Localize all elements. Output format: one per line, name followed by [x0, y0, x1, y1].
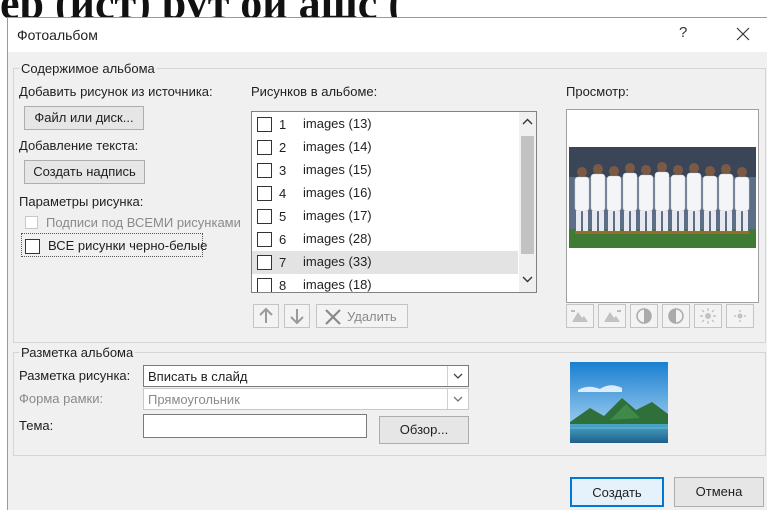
list-item[interactable]: 4 images (16) [252, 182, 518, 205]
cancel-button[interactable]: Отмена [674, 477, 764, 507]
frame-shape-select[interactable]: Прямоугольник [143, 388, 469, 410]
title-bar: Фотоальбом ? [8, 18, 767, 52]
theme-input[interactable] [143, 414, 367, 438]
list-item-name: images (33) [303, 254, 372, 269]
bw-checkbox[interactable] [25, 239, 40, 254]
list-item-number: 1 [279, 117, 287, 132]
layout-preview-image [570, 362, 668, 443]
add-from-source-label: Добавить рисунок из источника: [19, 84, 213, 99]
create-button-label: Создать [592, 485, 642, 500]
browse-button[interactable]: Обзор... [379, 416, 469, 444]
add-text-label: Добавление текста: [19, 138, 139, 153]
rotate-left-icon [571, 310, 588, 322]
list-item-number: 7 [279, 255, 287, 270]
brightness-up-button[interactable] [694, 304, 722, 328]
list-item-name: images (28) [303, 231, 372, 246]
rotate-right-icon [604, 310, 621, 322]
create-caption-button[interactable]: Создать надпись [24, 160, 145, 184]
list-item-number: 2 [279, 140, 287, 155]
list-item-number: 4 [279, 186, 287, 201]
list-item-checkbox[interactable] [257, 278, 272, 292]
contrast-down-button[interactable] [662, 304, 690, 328]
help-button[interactable]: ? [679, 24, 687, 41]
list-item-checkbox[interactable] [257, 163, 272, 178]
cancel-button-label: Отмена [695, 484, 743, 499]
captions-checkbox[interactable] [25, 216, 38, 229]
list-item[interactable]: 8 images (18) [252, 274, 518, 293]
delete-button[interactable]: Удалить [316, 304, 408, 328]
frame-shape-label: Форма рамки: [19, 391, 104, 406]
close-icon[interactable] [730, 21, 756, 47]
list-item[interactable]: 5 images (17) [252, 205, 518, 228]
theme-label: Тема: [19, 418, 54, 433]
file-or-disk-button[interactable]: Файл или диск... [24, 106, 144, 130]
create-button[interactable]: Создать [570, 477, 664, 507]
photo-album-dialog: Фотоальбом ? Содержимое альбома Добавить… [7, 17, 767, 510]
preview-pane [566, 109, 759, 303]
list-item-checkbox[interactable] [257, 140, 272, 155]
scroll-down-icon[interactable] [521, 272, 534, 286]
list-item-checkbox[interactable] [257, 186, 272, 201]
picture-layout-label: Разметка рисунка: [19, 368, 131, 383]
list-item-name: images (15) [303, 162, 372, 177]
picture-listbox[interactable]: 9images (19)8images (18)7images (33)6ima… [251, 111, 537, 293]
bw-checkbox-label: ВСЕ рисунки черно-белые [48, 238, 208, 253]
brightness-down-icon [734, 310, 746, 322]
list-item-checkbox[interactable] [257, 232, 272, 247]
brightness-down-button[interactable] [726, 304, 754, 328]
pictures-in-album-label: Рисунков в альбоме: [251, 84, 378, 99]
list-item-name: images (17) [303, 208, 372, 223]
arrow-up-icon [259, 307, 273, 323]
picture-options-label: Параметры рисунка: [19, 194, 144, 209]
list-item-name: images (14) [303, 139, 372, 154]
picture-layout-value: Вписать в слайд [148, 369, 248, 384]
list-item[interactable]: 3 images (15) [252, 159, 518, 182]
dialog-title: Фотоальбом [17, 27, 98, 43]
browse-button-label: Обзор... [399, 422, 449, 437]
album-content-legend: Содержимое альбома [19, 61, 157, 76]
list-item[interactable]: 1 images (13) [252, 113, 518, 136]
chevron-down-icon [447, 389, 468, 409]
rotate-right-button[interactable] [598, 304, 626, 328]
contrast-down-icon [668, 308, 684, 324]
arrow-down-icon [290, 309, 304, 325]
scroll-up-icon[interactable] [521, 115, 534, 129]
move-up-button[interactable] [253, 304, 279, 328]
contrast-up-icon [636, 308, 652, 324]
list-item-number: 5 [279, 209, 287, 224]
move-down-button[interactable] [284, 304, 310, 328]
captions-checkbox-label: Подписи под ВСЕМИ рисунками [46, 215, 241, 230]
list-item-checkbox[interactable] [257, 255, 272, 270]
list-item[interactable]: 7 images (33) [252, 251, 518, 274]
file-or-disk-button-label: Файл или диск... [34, 110, 134, 125]
list-item-number: 6 [279, 232, 287, 247]
list-item-name: images (13) [303, 116, 372, 131]
list-item-name: images (18) [303, 277, 372, 292]
rotate-left-button[interactable] [566, 304, 594, 328]
chevron-down-icon [447, 366, 468, 386]
list-item[interactable]: 2 images (14) [252, 136, 518, 159]
delete-icon [325, 309, 341, 325]
picture-layout-select[interactable]: Вписать в слайд [143, 365, 469, 387]
list-item[interactable]: 6 images (28) [252, 228, 518, 251]
list-item-name: images (16) [303, 185, 372, 200]
preview-label: Просмотр: [566, 84, 629, 99]
frame-shape-value: Прямоугольник [148, 392, 240, 407]
team-photo [569, 147, 756, 248]
list-item-number: 3 [279, 163, 287, 178]
scroll-thumb[interactable] [521, 136, 534, 254]
list-item-checkbox[interactable] [257, 209, 272, 224]
list-item-checkbox[interactable] [257, 117, 272, 132]
list-scrollbar[interactable] [519, 112, 536, 292]
contrast-up-button[interactable] [630, 304, 658, 328]
create-caption-button-label: Создать надпись [33, 164, 136, 179]
album-layout-legend: Разметка альбома [19, 345, 136, 360]
delete-button-label: Удалить [347, 309, 397, 324]
brightness-up-icon [700, 308, 716, 324]
list-item-number: 8 [279, 278, 287, 293]
